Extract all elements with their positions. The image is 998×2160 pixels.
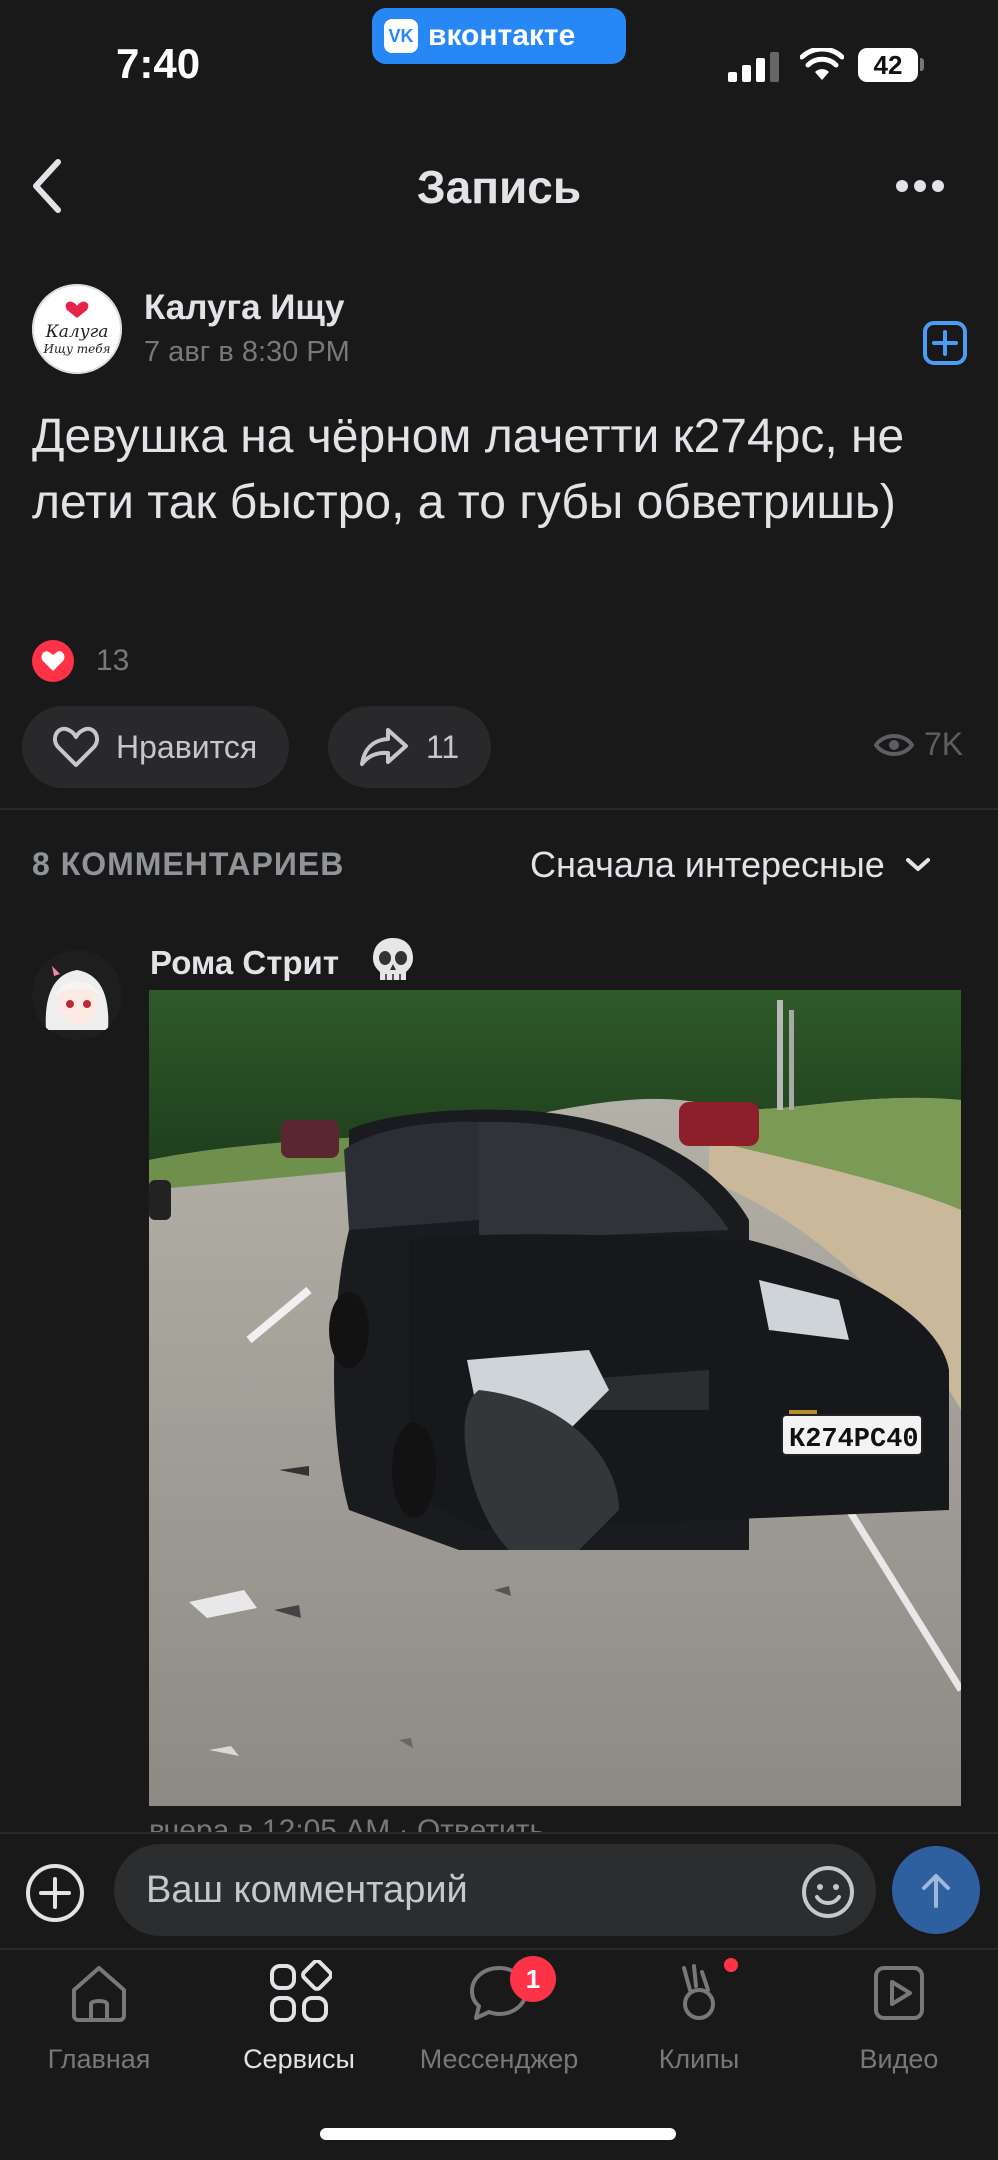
views-count: 7K [924,726,964,762]
like-button-label: Нравится [116,728,258,765]
signal-icon [728,52,779,82]
comments-count: 8 КОММЕНТАРИЕВ [32,846,345,882]
tab-home[interactable]: Главная [4,1960,194,2075]
tab-services[interactable]: Сервисы [204,1960,394,2075]
like-button[interactable]: Нравится [22,706,290,788]
more-options-icon[interactable] [894,178,946,194]
views-counter: 7K [874,726,963,763]
heart-filled-icon [32,640,74,682]
home-indicator [320,2128,676,2140]
send-arrow-icon [922,1874,950,1908]
emoji-smile-icon[interactable] [800,1864,856,1920]
heart-outline-icon [53,726,99,767]
send-button[interactable] [892,1846,980,1934]
chevron-down-icon [905,858,930,871]
tab-messenger-label: Мессенджер [419,2044,579,2074]
share-count: 11 [426,728,460,765]
commenter-avatar[interactable] [32,950,122,1040]
status-time: 7:40 [116,40,201,87]
sort-label: Сначала интересные [530,844,885,885]
tab-services-label: Сервисы [243,2044,355,2074]
messenger-badge: 1 [510,1956,556,2002]
attach-plus-icon[interactable] [24,1862,86,1924]
post-author[interactable]: Калуга Ищу [144,288,344,328]
comment-photo[interactable]: К274РС40 [149,990,961,1806]
share-arrow-icon [360,728,408,766]
services-icon [270,1960,332,2022]
likes-summary[interactable]: 13 [32,640,129,682]
comment-input[interactable]: Ваш комментарий [114,1844,876,1936]
avatar-text-line1: Калуга [45,322,109,342]
avatar-text-line2: Ищу тебя [43,342,111,356]
video-icon [874,1966,924,2020]
divider [0,808,998,810]
tab-home-label: Главная [47,2044,151,2074]
license-plate: К274РС40 [789,1425,919,1455]
vk-app-label: вконтакте [428,19,576,52]
tab-video[interactable]: Видео [804,1960,994,2075]
comment-author[interactable]: Рома Стрит [150,944,339,982]
tab-messenger[interactable]: Мессенджер [404,1960,594,2075]
vk-logo-icon: VK [384,19,418,53]
eye-icon [874,733,914,756]
page-title: Запись [416,161,582,213]
clips-icon [682,1964,715,2020]
share-button[interactable]: 11 [328,706,492,788]
post-date: 7 авг в 8:30 PM [144,336,350,368]
home-icon [72,1966,126,2022]
wifi-icon [800,48,844,80]
battery-cap [920,58,924,71]
clips-notification-dot [724,1958,738,1972]
community-avatar[interactable]: Калуга Ищу тебя [32,284,122,374]
battery-indicator: 42 [858,48,918,82]
skull-emoji-icon [373,938,413,980]
likes-count: 13 [96,644,130,677]
comments-sort-dropdown[interactable]: Сначала интересные [530,844,931,886]
tab-video-label: Видео [859,2044,939,2074]
tab-clips-label: Клипы [658,2044,740,2074]
subscribe-plus-icon[interactable] [922,320,968,366]
post-text: Девушка на чёрном лачетти к274рс, не лет… [32,410,905,529]
tab-clips[interactable]: Клипы [604,1960,794,2075]
vk-app-pill[interactable]: VK вконтакте [372,8,626,64]
